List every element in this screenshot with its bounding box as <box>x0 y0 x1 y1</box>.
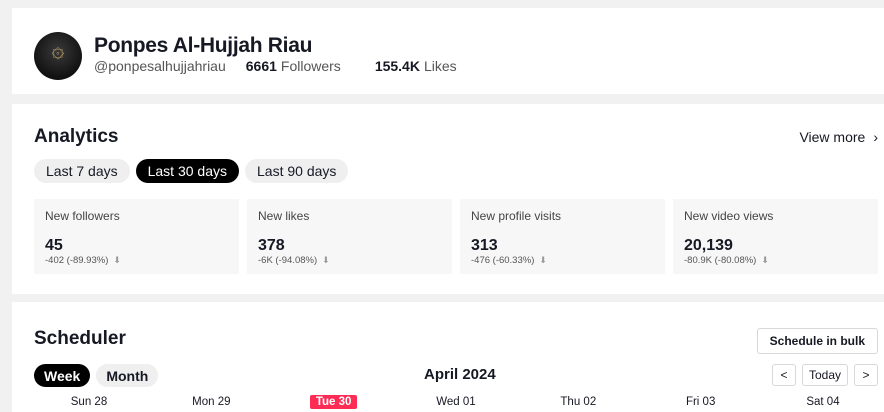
metric-label: New followers <box>45 209 120 223</box>
metric-delta: -6K (-94.08%) ⬇ <box>258 255 330 266</box>
followers-stat: 6661 Followers <box>246 58 341 74</box>
profile-card: ۞ Ponpes Al-Hujjah Riau @ponpesalhujjahr… <box>12 8 884 94</box>
metric-label: New likes <box>258 209 310 223</box>
day-label: Tue 30 <box>309 395 358 409</box>
day-header[interactable]: Wed 01 <box>401 395 511 409</box>
arrow-down-icon: ⬇ <box>322 255 330 265</box>
day-label: Thu 02 <box>560 396 597 408</box>
analytics-title: Analytics <box>34 126 119 147</box>
scheduler-card: Scheduler Schedule in bulk Week Month Ap… <box>12 302 884 412</box>
chevron-right-icon: › <box>873 129 878 145</box>
calendar-view-tabs: Week Month <box>34 364 164 387</box>
followers-label: Followers <box>280 58 341 74</box>
metric-new-video-views[interactable]: New video views 20,139 -80.9K (-80.08%) … <box>673 199 878 274</box>
profile-name: Ponpes Al-Hujjah Riau <box>94 34 313 57</box>
next-week-button[interactable]: > <box>854 364 878 386</box>
arrow-down-icon: ⬇ <box>539 255 547 265</box>
today-button[interactable]: Today <box>801 364 848 386</box>
tab-last-7-days[interactable]: Last 7 days <box>34 159 130 183</box>
day-label: Fri 03 <box>685 396 716 408</box>
schedule-in-bulk-button[interactable]: Schedule in bulk <box>756 328 878 354</box>
mosque-logo-icon: ۞ <box>51 38 65 63</box>
metric-delta-text: -402 (-89.93%) <box>45 255 109 266</box>
followers-count: 6661 <box>245 58 277 74</box>
metric-delta-text: -80.9K (-80.08%) <box>684 255 757 266</box>
metric-value: 313 <box>471 237 498 254</box>
day-header-today[interactable]: Tue 30 <box>279 395 389 409</box>
metric-new-likes[interactable]: New likes 378 -6K (-94.08%) ⬇ <box>247 199 452 274</box>
likes-label: Likes <box>423 58 457 74</box>
tab-month[interactable]: Month <box>96 364 159 387</box>
tab-last-90-days[interactable]: Last 90 days <box>245 159 349 183</box>
metric-delta: -80.9K (-80.08%) ⬇ <box>684 255 769 266</box>
metric-value: 45 <box>45 237 63 254</box>
tab-week[interactable]: Week <box>34 364 91 387</box>
tab-last-30-days[interactable]: Last 30 days <box>135 159 239 183</box>
metric-value: 20,139 <box>684 237 733 254</box>
metrics-row: New followers 45 -402 (-89.93%) ⬇ New li… <box>34 199 878 274</box>
view-more-link[interactable]: View more › <box>799 129 878 145</box>
analytics-card: Analytics View more › Last 7 days Last 3… <box>12 104 884 294</box>
day-label: Sat 04 <box>806 396 840 408</box>
profile-handle: @ponpesalhujjahriau <box>94 58 226 74</box>
avatar[interactable]: ۞ <box>34 32 82 80</box>
metric-label: New profile visits <box>471 209 562 223</box>
day-header[interactable]: Thu 02 <box>523 395 633 409</box>
day-label: Mon 29 <box>192 396 231 408</box>
day-header[interactable]: Sat 04 <box>768 395 878 409</box>
likes-count: 155.4K <box>374 58 420 74</box>
day-header[interactable]: Sun 28 <box>34 395 144 409</box>
day-label: Wed 01 <box>436 396 476 408</box>
calendar-day-headers: Sun 28 Mon 29 Tue 30 Wed 01 Thu 02 Fri 0… <box>34 395 878 409</box>
view-more-label: View more <box>799 129 866 145</box>
prev-week-button[interactable]: < <box>771 364 796 386</box>
metric-new-profile-visits[interactable]: New profile visits 313 -476 (-60.33%) ⬇ <box>460 199 665 274</box>
calendar-nav: < Today > <box>766 364 878 386</box>
metric-label: New video views <box>684 209 774 223</box>
scheduler-title: Scheduler <box>34 328 126 349</box>
calendar-month-title: April 2024 <box>424 366 496 383</box>
metric-delta: -402 (-89.93%) ⬇ <box>45 255 121 266</box>
likes-stat: 155.4K Likes <box>375 58 457 74</box>
metric-delta-text: -6K (-94.08%) <box>258 255 318 266</box>
arrow-down-icon: ⬇ <box>113 255 121 265</box>
metric-delta-text: -476 (-60.33%) <box>471 255 535 266</box>
profile-meta: @ponpesalhujjahriau 6661 Followers 155.4K… <box>94 58 457 74</box>
metric-value: 378 <box>258 237 285 254</box>
metric-delta: -476 (-60.33%) ⬇ <box>471 255 547 266</box>
arrow-down-icon: ⬇ <box>761 255 769 265</box>
day-label: Sun 28 <box>70 396 108 408</box>
metric-new-followers[interactable]: New followers 45 -402 (-89.93%) ⬇ <box>34 199 239 274</box>
date-range-tabs: Last 7 days Last 30 days Last 90 days <box>34 159 354 183</box>
day-header[interactable]: Fri 03 <box>646 395 756 409</box>
day-header[interactable]: Mon 29 <box>156 395 266 409</box>
